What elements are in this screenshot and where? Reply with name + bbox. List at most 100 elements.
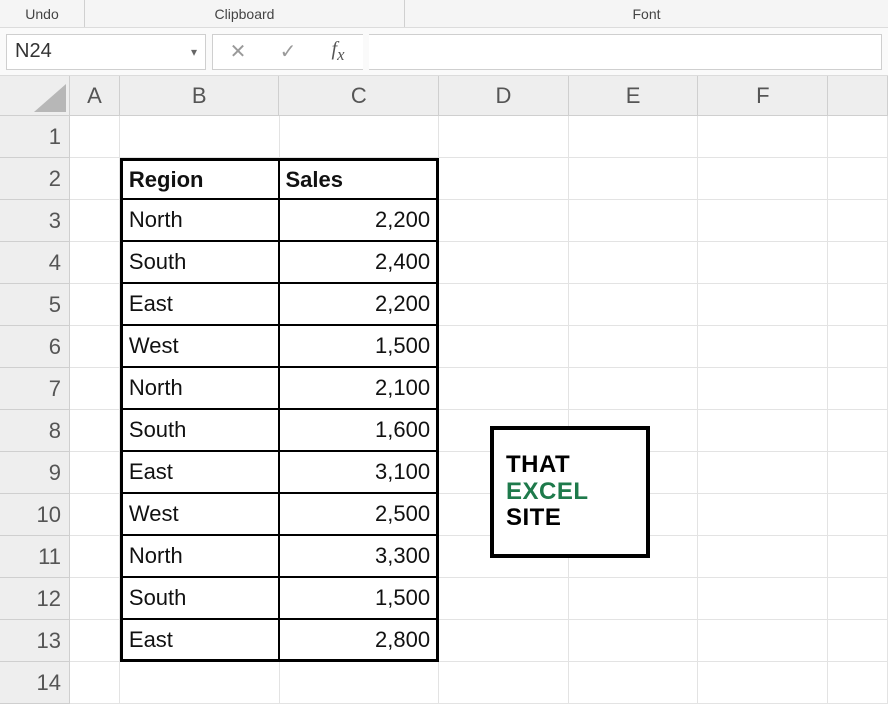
enter-formula-button[interactable]: ✓ (263, 35, 313, 69)
cell-A14[interactable] (70, 662, 120, 704)
cell-B3[interactable]: North (120, 200, 280, 242)
cell-F8[interactable] (698, 410, 828, 452)
row-header-7[interactable]: 7 (0, 368, 69, 410)
cell-C11[interactable]: 3,300 (280, 536, 440, 578)
cell-D2[interactable] (439, 158, 569, 200)
cell-D4[interactable] (439, 242, 569, 284)
cell-F3[interactable] (698, 200, 828, 242)
cell-D1[interactable] (439, 116, 569, 158)
spreadsheet-grid[interactable]: A B C D E F 1 2 3 4 5 6 7 8 9 10 11 12 1… (0, 76, 888, 712)
cell-D3[interactable] (439, 200, 569, 242)
cell-F5[interactable] (698, 284, 828, 326)
cell-F10[interactable] (698, 494, 828, 536)
cell-G13[interactable] (828, 620, 888, 662)
row-header-13[interactable]: 13 (0, 620, 69, 662)
cell-C5[interactable]: 2,200 (280, 284, 440, 326)
cell-D14[interactable] (439, 662, 569, 704)
cell-F11[interactable] (698, 536, 828, 578)
cell-A8[interactable] (70, 410, 120, 452)
row-header-14[interactable]: 14 (0, 662, 69, 704)
ribbon-group-undo[interactable]: Undo (0, 0, 85, 27)
col-header-E[interactable]: E (569, 76, 699, 115)
name-box[interactable]: N24 ▾ (6, 34, 206, 70)
cell-G5[interactable] (828, 284, 888, 326)
cell-F6[interactable] (698, 326, 828, 368)
cell-G11[interactable] (828, 536, 888, 578)
cell-G4[interactable] (828, 242, 888, 284)
select-all-corner[interactable] (0, 76, 70, 116)
row-header-2[interactable]: 2 (0, 158, 69, 200)
ribbon-group-font[interactable]: Font (405, 0, 888, 27)
row-header-5[interactable]: 5 (0, 284, 69, 326)
cell-D12[interactable] (439, 578, 569, 620)
cell-E3[interactable] (569, 200, 699, 242)
cell-F1[interactable] (698, 116, 828, 158)
col-header-B[interactable]: B (120, 76, 280, 115)
cell-F14[interactable] (698, 662, 828, 704)
cell-B5[interactable]: East (120, 284, 280, 326)
cell-B4[interactable]: South (120, 242, 280, 284)
cell-E5[interactable] (569, 284, 699, 326)
row-header-10[interactable]: 10 (0, 494, 69, 536)
row-header-1[interactable]: 1 (0, 116, 69, 158)
cell-B8[interactable]: South (120, 410, 280, 452)
cell-D7[interactable] (439, 368, 569, 410)
cancel-formula-button[interactable]: ✕ (213, 35, 263, 69)
row-header-4[interactable]: 4 (0, 242, 69, 284)
cell-E13[interactable] (569, 620, 699, 662)
cell-F4[interactable] (698, 242, 828, 284)
cell-B9[interactable]: East (120, 452, 280, 494)
row-header-9[interactable]: 9 (0, 452, 69, 494)
cell-C10[interactable]: 2,500 (280, 494, 440, 536)
cell-C13[interactable]: 2,800 (280, 620, 440, 662)
cell-D6[interactable] (439, 326, 569, 368)
cell-C1[interactable] (280, 116, 440, 158)
cell-E4[interactable] (569, 242, 699, 284)
cell-A3[interactable] (70, 200, 120, 242)
cell-E1[interactable] (569, 116, 699, 158)
col-header-A[interactable]: A (70, 76, 120, 115)
cell-C14[interactable] (280, 662, 440, 704)
col-header-spill[interactable] (828, 76, 888, 115)
cell-G7[interactable] (828, 368, 888, 410)
cell-G9[interactable] (828, 452, 888, 494)
cell-C12[interactable]: 1,500 (280, 578, 440, 620)
cell-C8[interactable]: 1,600 (280, 410, 440, 452)
cell-E6[interactable] (569, 326, 699, 368)
cell-F12[interactable] (698, 578, 828, 620)
cell-C4[interactable]: 2,400 (280, 242, 440, 284)
row-header-11[interactable]: 11 (0, 536, 69, 578)
cell-F13[interactable] (698, 620, 828, 662)
cell-E7[interactable] (569, 368, 699, 410)
cell-A13[interactable] (70, 620, 120, 662)
ribbon-group-clipboard[interactable]: Clipboard (85, 0, 405, 27)
cell-G14[interactable] (828, 662, 888, 704)
cell-B2[interactable]: Region (120, 158, 280, 200)
cell-B14[interactable] (120, 662, 280, 704)
cell-B13[interactable]: East (120, 620, 280, 662)
cell-G12[interactable] (828, 578, 888, 620)
cell-A6[interactable] (70, 326, 120, 368)
row-header-8[interactable]: 8 (0, 410, 69, 452)
row-header-3[interactable]: 3 (0, 200, 69, 242)
cell-E12[interactable] (569, 578, 699, 620)
cell-C7[interactable]: 2,100 (280, 368, 440, 410)
column-headers[interactable]: A B C D E F (70, 76, 888, 116)
cell-A10[interactable] (70, 494, 120, 536)
col-header-C[interactable]: C (279, 76, 439, 115)
cell-D5[interactable] (439, 284, 569, 326)
cell-B12[interactable]: South (120, 578, 280, 620)
cell-B1[interactable] (120, 116, 280, 158)
cell-G1[interactable] (828, 116, 888, 158)
cell-G3[interactable] (828, 200, 888, 242)
cell-C9[interactable]: 3,100 (280, 452, 440, 494)
cell-A1[interactable] (70, 116, 120, 158)
cell-D13[interactable] (439, 620, 569, 662)
cell-A9[interactable] (70, 452, 120, 494)
chevron-down-icon[interactable]: ▾ (191, 45, 197, 59)
cell-G8[interactable] (828, 410, 888, 452)
cell-B11[interactable]: North (120, 536, 280, 578)
row-header-6[interactable]: 6 (0, 326, 69, 368)
formula-bar-input[interactable] (369, 34, 882, 70)
cell-C2[interactable]: Sales (280, 158, 440, 200)
